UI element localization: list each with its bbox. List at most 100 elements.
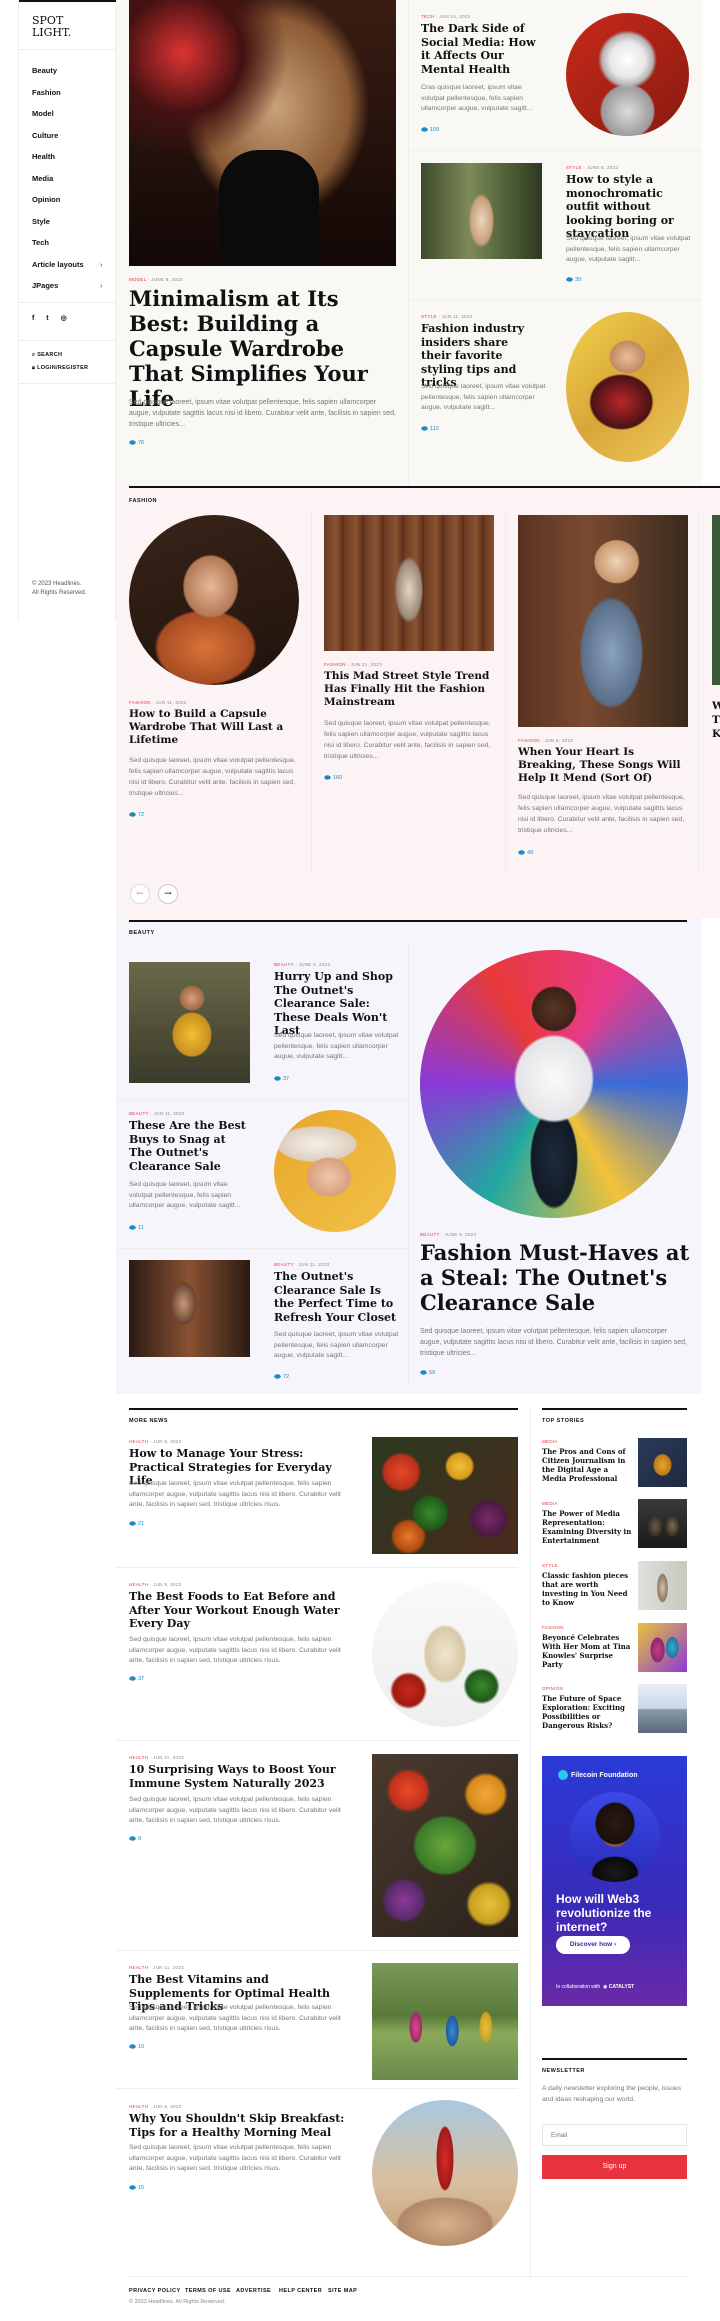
divider (408, 0, 409, 485)
instagram-icon[interactable]: ◎ (61, 315, 67, 322)
top1-image[interactable] (638, 1438, 687, 1487)
beauty-feature-image[interactable] (420, 950, 688, 1218)
beauty-feature-excerpt: Sed quisque laoreet, ipsum vitae volutpa… (420, 1328, 687, 1357)
hero-side2-title[interactable]: How to style a monochromatic outfit with… (566, 173, 691, 241)
top4-title[interactable]: Beyoncé Celebrates With Her Mom at Tina … (542, 1633, 632, 1669)
top5-title[interactable]: The Future of Space Exploration: Excitin… (542, 1694, 632, 1730)
fashion-card3-image[interactable] (518, 515, 688, 727)
news2-excerpt: Sed quisque laoreet, ipsum vitae volutpa… (129, 1636, 341, 1664)
top3-title[interactable]: Classic fashion pieces that are worth in… (542, 1571, 632, 1607)
footer-divider (129, 2276, 687, 2277)
beauty-item1-title[interactable]: Hurry Up and Shop The Outnet's Clearance… (274, 970, 399, 1038)
news1-image[interactable] (372, 1437, 518, 1554)
fashion-card1-excerpt: Sed quisque laoreet, ipsum vitae volutpa… (129, 757, 296, 797)
footer-link-advertise[interactable]: ADVERTISE (236, 2288, 271, 2294)
beauty-item3-excerpt: Sed quisque laoreet, ipsum vitae volutpa… (274, 1331, 399, 1359)
sidebar-item-jpages[interactable]: JPages (32, 281, 58, 290)
social-links: f t ◎ (32, 314, 67, 322)
news2-views: 37 (129, 1676, 144, 1682)
ad-banner[interactable]: Filecoin Foundation How will Web3 revolu… (542, 1756, 687, 2006)
footer-link-help-center[interactable]: HELP CENTER (279, 2288, 322, 2294)
top1-title[interactable]: The Pros and Cons of Citizen Journalism … (542, 1447, 632, 1483)
top2-image[interactable] (638, 1499, 687, 1548)
footer-link-site-map[interactable]: SITE MAP (328, 2288, 357, 2294)
facebook-icon[interactable]: f (32, 315, 34, 322)
sidebar-item-culture[interactable]: Culture (32, 131, 58, 140)
footer-link-terms-of-use[interactable]: TERMS OF USE (185, 2288, 231, 2294)
news3-title[interactable]: 10 Surprising Ways to Boost Your Immune … (129, 1763, 349, 1790)
hero-main-image[interactable] (129, 0, 396, 266)
site-logo[interactable]: SPOT LIGHT. (32, 15, 71, 39)
news3-image[interactable] (372, 1754, 518, 1937)
divider (116, 2088, 518, 2089)
news5-image[interactable] (372, 2100, 518, 2246)
fashion-card3-title[interactable]: When Your Heart Is Breaking, These Songs… (518, 746, 688, 785)
chevron-right-icon: › (100, 281, 103, 290)
news3-excerpt: Sed quisque laoreet, ipsum vitae volutpa… (129, 1796, 341, 1824)
sidebar-item-fashion[interactable]: Fashion (32, 88, 61, 97)
beauty-item3-image[interactable] (129, 1260, 250, 1357)
fashion-card2-title[interactable]: This Mad Street Style Trend Has Finally … (324, 670, 494, 709)
sidebar-item-media[interactable]: Media (32, 174, 53, 183)
sidebar-item-health[interactable]: Health (32, 152, 55, 161)
filecoin-logo-icon (558, 1770, 568, 1780)
beauty-item2-title[interactable]: These Are the Best Buys to Snag at The O… (129, 1119, 249, 1173)
hero-side2-image[interactable] (421, 163, 542, 259)
sidebar-item-article-layouts[interactable]: Article layouts (32, 260, 84, 269)
hero-side1-image[interactable] (566, 13, 689, 136)
ad-portrait-image (570, 1792, 660, 1882)
footer-copyright: © 2023 Headlines. All Rights Reserved. (129, 2299, 226, 2305)
newsletter-email-input[interactable] (542, 2124, 687, 2146)
hero-side2-meta: STYLE · JUNE 8, 2023 (566, 165, 619, 170)
fashion-card4-image-partial[interactable] (712, 515, 720, 685)
news2-title[interactable]: The Best Foods to Eat Before and After Y… (129, 1590, 349, 1631)
sidebar-item-style[interactable]: Style (32, 217, 50, 226)
carousel-prev-button[interactable]: ← (130, 884, 150, 904)
ad-cta-button[interactable]: Discover how › (556, 1936, 630, 1954)
fashion-card1-views: 72 (129, 812, 144, 818)
hero-side1-title[interactable]: The Dark Side of Social Media: How it Af… (421, 22, 541, 76)
top2-cat: MEDIA (542, 1501, 558, 1506)
footer-link-privacy-policy[interactable]: PRIVACY POLICY (129, 2288, 181, 2294)
logo-line2: LIGHT. (32, 26, 72, 39)
newsletter-signup-button[interactable]: Sign up (542, 2155, 687, 2179)
hero-main-title[interactable]: Minimalism at Its Best: Building a Capsu… (129, 286, 391, 411)
news1-excerpt: Sed quisque laoreet, ipsum vitae volutpa… (129, 1480, 341, 1508)
divider (18, 302, 116, 303)
search-button[interactable]: ⌕ SEARCH (32, 352, 62, 359)
news5-title[interactable]: Why You Shouldn't Skip Breakfast: Tips f… (129, 2112, 349, 2139)
news4-image[interactable] (372, 1963, 518, 2080)
news2-image[interactable] (372, 1581, 518, 1727)
beauty-feature-title[interactable]: Fashion Must-Haves at a Steal: The Outne… (420, 1240, 690, 1315)
news3-views: 9 (129, 1836, 141, 1842)
sidebar-item-tech[interactable]: Tech (32, 238, 49, 247)
divider (116, 1567, 518, 1568)
fashion-card1-image[interactable] (129, 515, 299, 685)
sidebar-item-model[interactable]: Model (32, 109, 54, 118)
hero-side3-image[interactable] (566, 312, 689, 462)
news3-meta: HEALTH · JUN 11, 2023 (129, 1755, 184, 1760)
login-button[interactable]: 🔒︎ LOGIN/REGISTER (32, 365, 88, 372)
sidebar-item-opinion[interactable]: Opinion (32, 195, 60, 204)
top2-title[interactable]: The Power of Media Representation: Exami… (542, 1509, 632, 1545)
beauty-item1-image[interactable] (129, 962, 250, 1083)
top3-image[interactable] (638, 1561, 687, 1610)
fashion-card4-letter: T (712, 714, 720, 726)
beauty-item2-image[interactable] (274, 1110, 396, 1232)
beauty-feature-meta: BEAUTY · JUNE 8, 2023 (420, 1232, 477, 1237)
carousel-next-button[interactable]: → (158, 884, 178, 904)
top5-image[interactable] (638, 1684, 687, 1733)
sidebar-item-beauty[interactable]: Beauty (32, 66, 57, 75)
fashion-card2-image[interactable] (324, 515, 494, 651)
hero-side3-title[interactable]: Fashion industry insiders share their fa… (421, 322, 541, 390)
news5-views: 15 (129, 2185, 144, 2191)
top4-image[interactable] (638, 1623, 687, 1672)
divider (408, 300, 702, 301)
hero-side1-excerpt: Cras quisque laoreet, ipsum vitae volutp… (421, 84, 533, 112)
arrow-right-icon: → (164, 889, 172, 899)
twitter-icon[interactable]: t (46, 315, 48, 322)
ad-collab: In collaboration with ◉ CATALYST (556, 1984, 635, 1990)
beauty-item3-title[interactable]: The Outnet's Clearance Sale Is the Perfe… (274, 1270, 399, 1324)
fashion-card1-title[interactable]: How to Build a Capsule Wardrobe That Wil… (129, 708, 304, 747)
news4-meta: HEALTH · JUN 11, 2023 (129, 1965, 184, 1970)
